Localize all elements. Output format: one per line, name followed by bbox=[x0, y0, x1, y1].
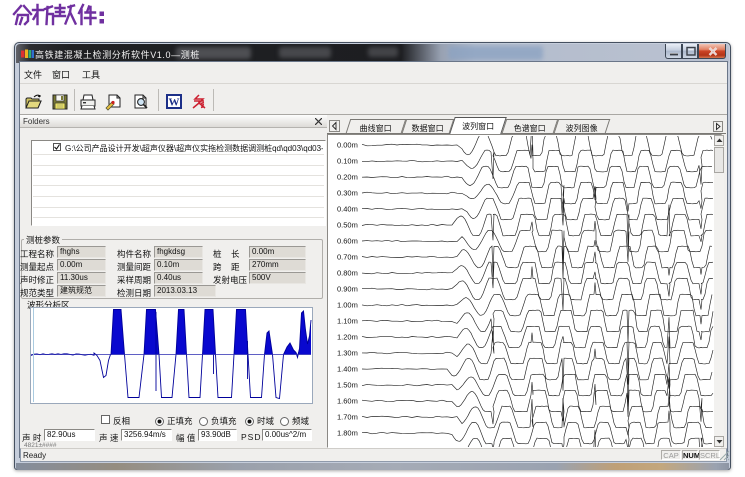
svg-text:0.90m: 0.90m bbox=[337, 285, 358, 294]
svg-text:1.40m: 1.40m bbox=[337, 365, 358, 374]
svg-text:1.30m: 1.30m bbox=[337, 349, 358, 358]
svg-text:0.10m: 0.10m bbox=[337, 157, 358, 166]
svg-text:0.60m: 0.60m bbox=[337, 237, 358, 246]
svg-text:0.30m: 0.30m bbox=[337, 189, 358, 198]
svg-text:0.40m: 0.40m bbox=[337, 205, 358, 214]
svg-text:1.10m: 1.10m bbox=[337, 317, 358, 326]
svg-text:0.80m: 0.80m bbox=[337, 269, 358, 278]
svg-text:1.80m: 1.80m bbox=[337, 429, 358, 438]
svg-text:0.70m: 0.70m bbox=[337, 253, 358, 262]
svg-text:1.00m: 1.00m bbox=[337, 301, 358, 310]
svg-text:1.60m: 1.60m bbox=[337, 397, 358, 406]
svg-text:1.50m: 1.50m bbox=[337, 381, 358, 390]
svg-text:0.00m: 0.00m bbox=[337, 141, 358, 150]
svg-text:1.20m: 1.20m bbox=[337, 333, 358, 342]
svg-text:0.50m: 0.50m bbox=[337, 221, 358, 230]
svg-text:1.70m: 1.70m bbox=[337, 413, 358, 422]
svg-text:0.20m: 0.20m bbox=[337, 173, 358, 182]
